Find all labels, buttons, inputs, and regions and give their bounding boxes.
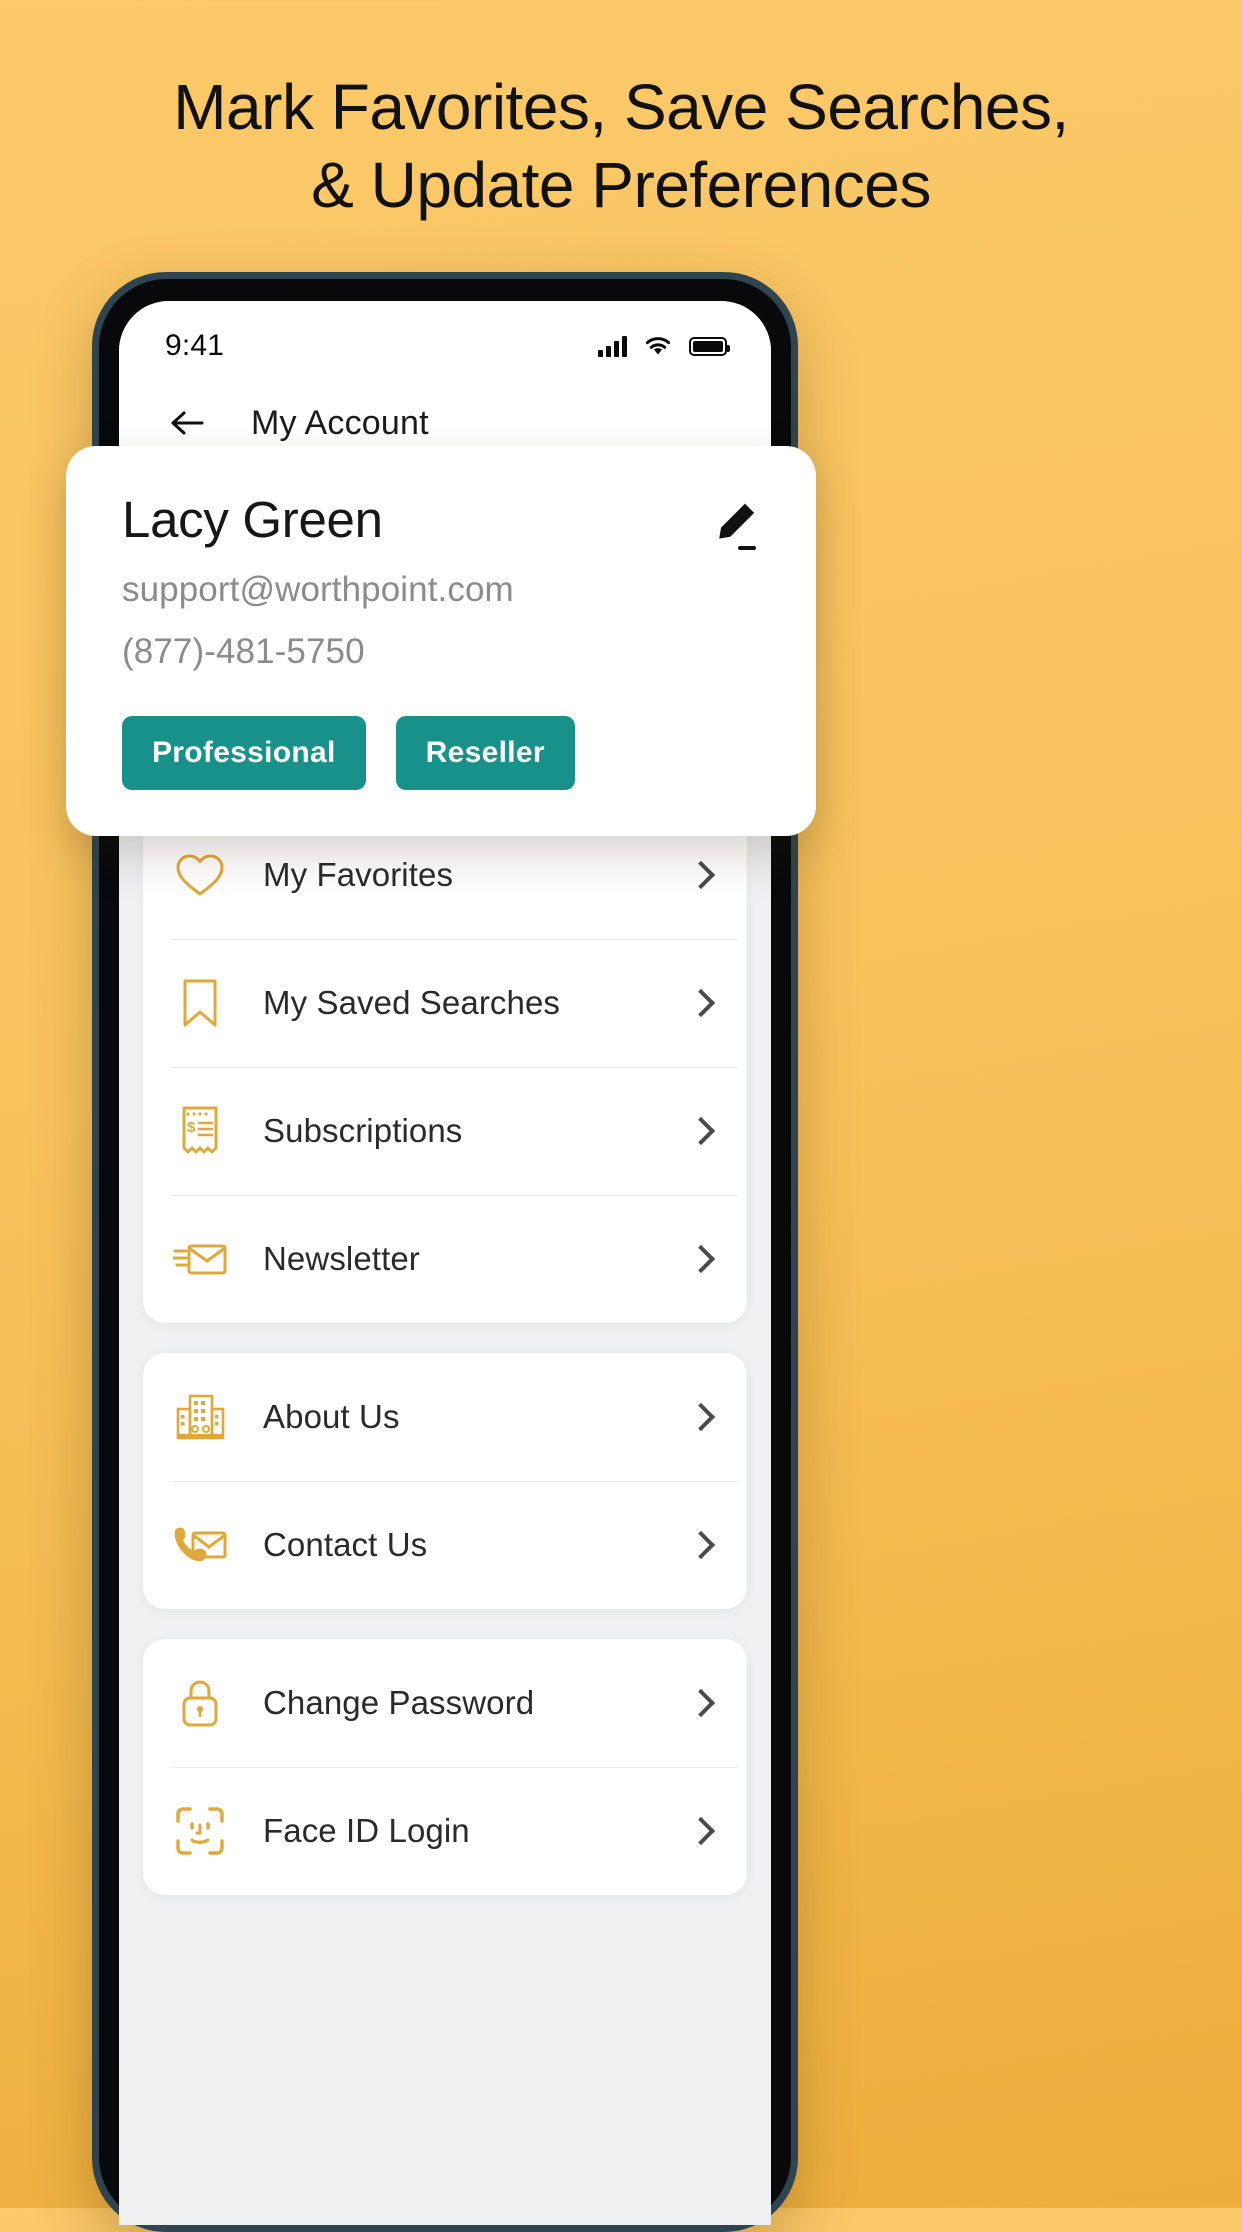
chevron-right-icon: [686, 1116, 716, 1146]
profile-email: support@worthpoint.com: [122, 570, 514, 610]
menu-item-face-id-login[interactable]: Face ID Login: [143, 1767, 747, 1895]
pencil-edit-icon[interactable]: [712, 498, 768, 554]
menu-item-label: Newsletter: [263, 1240, 420, 1277]
menu-item-label: My Saved Searches: [263, 984, 561, 1021]
profile-card: Lacy Green support@worthpoint.com (877)-…: [66, 446, 816, 837]
building-icon: [171, 1388, 229, 1446]
menu-item-contact-us[interactable]: Contact Us: [143, 1481, 747, 1609]
profile-badges: Professional Reseller: [122, 716, 768, 791]
menu-item-label: Subscriptions: [263, 1112, 463, 1149]
chevron-right-icon: [686, 1244, 716, 1274]
menu-item-label: My Favorites: [263, 856, 454, 893]
chevron-right-icon: [686, 1688, 716, 1718]
envelope-send-icon: [171, 1230, 229, 1288]
menu-item-label: Change Password: [263, 1684, 535, 1721]
headline-line-1: Mark Favorites, Save Searches,: [173, 71, 1069, 143]
back-arrow-icon[interactable]: [165, 401, 209, 445]
info-group: About Us Contact Us: [143, 1353, 747, 1609]
menu-item-subscriptions[interactable]: $ Subscriptions: [143, 1067, 747, 1195]
wifi-icon: [645, 337, 671, 355]
menu-item-my-saved-searches[interactable]: My Saved Searches: [143, 939, 747, 1067]
face-id-icon: [171, 1802, 229, 1860]
menu-item-label: Face ID Login: [263, 1812, 470, 1849]
status-bar: 9:41: [119, 301, 771, 375]
status-badge-reseller[interactable]: Reseller: [395, 716, 575, 791]
chevron-right-icon: [686, 1402, 716, 1432]
headline-line-2: & Update Preferences: [311, 149, 931, 222]
status-bar-time: 9:41: [165, 329, 225, 362]
menu-item-label: About Us: [263, 1398, 400, 1435]
menu-item-newsletter[interactable]: Newsletter: [143, 1195, 747, 1323]
status-bar-icons: [598, 335, 730, 357]
heart-icon: [171, 846, 229, 904]
chevron-right-icon: [686, 860, 716, 890]
svg-text:$: $: [187, 1119, 196, 1136]
status-badge-professional[interactable]: Professional: [122, 716, 366, 791]
promo-headline: Mark Favorites, Save Searches, & Update …: [0, 68, 1242, 224]
menu-item-about-us[interactable]: About Us: [143, 1353, 747, 1481]
menu-item-label: Contact Us: [263, 1526, 428, 1563]
lock-icon: [171, 1674, 229, 1732]
profile-name: Lacy Green: [122, 491, 383, 548]
cellular-signal-icon: [598, 335, 627, 357]
receipt-dollar-icon: $: [171, 1102, 229, 1160]
security-group: Change Password Face ID Login: [143, 1639, 747, 1895]
page-title: My Account: [251, 403, 429, 442]
account-group: My Favorites My Saved Searches $ Subscri…: [143, 811, 747, 1323]
chevron-right-icon: [686, 1530, 716, 1560]
bookmark-icon: [171, 974, 229, 1032]
chevron-right-icon: [686, 1816, 716, 1846]
profile-phone: (877)-481-5750: [122, 632, 365, 672]
chevron-right-icon: [686, 988, 716, 1018]
battery-full-icon: [689, 336, 730, 356]
phone-envelope-icon: [171, 1516, 229, 1574]
menu-item-change-password[interactable]: Change Password: [143, 1639, 747, 1767]
